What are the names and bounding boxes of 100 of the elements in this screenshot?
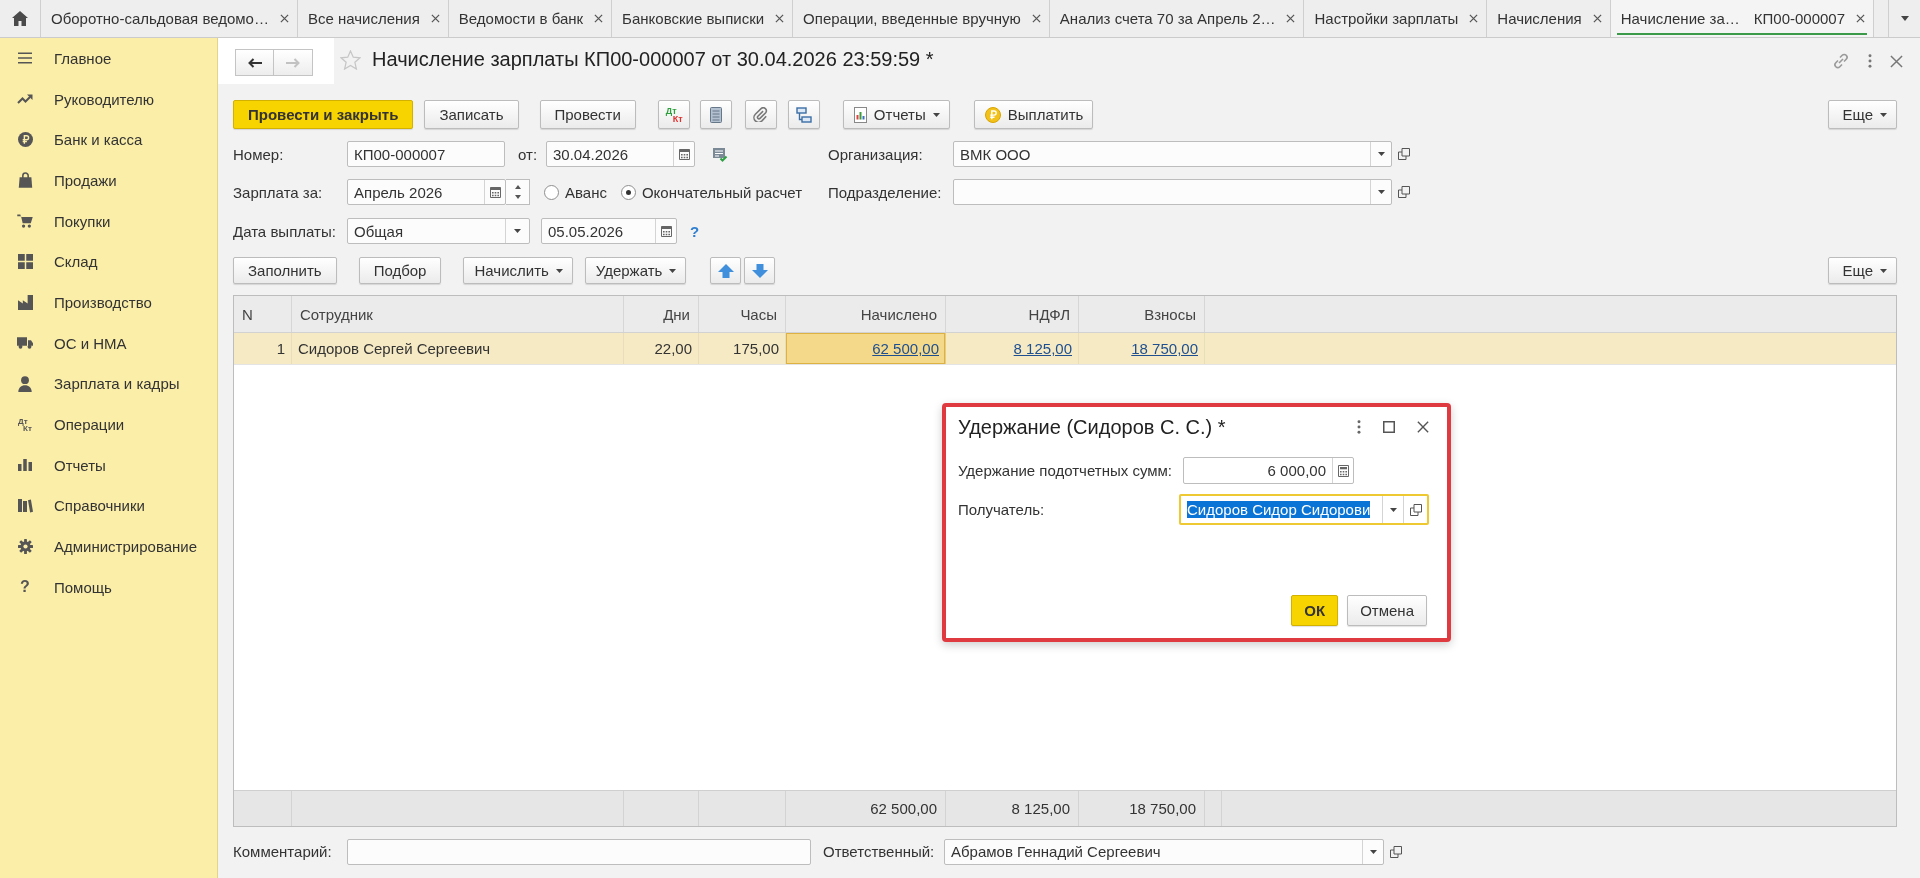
- column-header[interactable]: Сотрудник: [292, 296, 624, 332]
- table-cell: 22,00: [624, 333, 699, 364]
- tab[interactable]: Настройки зарплаты: [1304, 0, 1488, 37]
- more-icon[interactable]: [1868, 54, 1872, 68]
- tab[interactable]: Анализ счета 70 за Апрель 2…: [1049, 0, 1305, 37]
- sidebar-item[interactable]: Продажи: [0, 160, 217, 201]
- caret-icon: [1377, 152, 1385, 156]
- close-icon[interactable]: [1890, 54, 1903, 68]
- close-icon[interactable]: [1856, 14, 1866, 23]
- column-header[interactable]: НДФЛ: [946, 296, 1079, 332]
- close-icon[interactable]: [1469, 14, 1479, 23]
- close-icon[interactable]: [430, 14, 440, 23]
- field-label: Подразделение:: [828, 183, 943, 201]
- column-header[interactable]: Взносы: [1079, 296, 1205, 332]
- help-link[interactable]: ?: [690, 222, 700, 240]
- tab[interactable]: Операции, введенные вручную: [793, 0, 1050, 37]
- menu-button[interactable]: Начислить: [463, 257, 573, 284]
- debit-credit-button[interactable]: Дт Кт: [657, 100, 690, 129]
- back-button[interactable]: [235, 49, 274, 76]
- total-cell: 18 750,00: [1079, 791, 1205, 826]
- department-field[interactable]: [953, 179, 1392, 205]
- radio-option[interactable]: Аванс: [544, 183, 607, 201]
- tab[interactable]: Начисление за… КП00-000007: [1610, 0, 1875, 37]
- close-icon[interactable]: [1286, 14, 1296, 23]
- radio-icon[interactable]: [620, 184, 636, 200]
- responsible-field[interactable]: Абрамов Геннадий Сергеевич: [944, 838, 1384, 865]
- sidebar-item[interactable]: Банк и касса: [0, 119, 217, 161]
- more-icon[interactable]: [1357, 420, 1361, 434]
- dialog-button[interactable]: Отмена: [1347, 595, 1427, 626]
- amount-link[interactable]: 8 125,00: [1013, 340, 1072, 357]
- close-icon[interactable]: [1031, 14, 1041, 23]
- radio-option[interactable]: Окончательный расчет: [620, 183, 803, 201]
- table-row[interactable]: 1 Сидоров Сергей Сергеевич 22,00 175,00 62 500,00 8 125,00 18 750,00: [234, 333, 1896, 365]
- sidebar-item[interactable]: Склад: [0, 241, 217, 283]
- sidebar-item[interactable]: ОС и НМА: [0, 322, 217, 364]
- more-button[interactable]: Еще: [1828, 100, 1897, 129]
- column-header[interactable]: Начислено: [786, 296, 946, 332]
- tab[interactable]: Все начисления: [297, 0, 449, 37]
- close-icon[interactable]: [279, 14, 289, 23]
- star-icon[interactable]: [340, 50, 361, 70]
- amount-field[interactable]: 6 000,00: [1183, 457, 1354, 484]
- maximize-icon[interactable]: [1383, 421, 1395, 433]
- period-field[interactable]: Апрель 2026: [347, 179, 506, 205]
- attach-button[interactable]: [744, 100, 777, 129]
- radio-icon[interactable]: [544, 184, 559, 200]
- calculator-icon: [1337, 464, 1349, 477]
- dialog-button[interactable]: ОК: [1291, 595, 1339, 626]
- tab[interactable]: Оборотно-сальдовая ведомо…: [41, 0, 298, 37]
- sidebar-item[interactable]: ? Помощь: [0, 566, 217, 608]
- sidebar-item[interactable]: Зарплата и кадры: [0, 363, 217, 405]
- toolbar-button[interactable]: Записать: [424, 100, 519, 129]
- date-field[interactable]: 30.04.2026: [546, 141, 695, 167]
- primary-button[interactable]: Провести и закрыть: [233, 100, 414, 129]
- pay-button[interactable]: Выплатить: [973, 100, 1094, 129]
- close-icon[interactable]: [1417, 421, 1429, 433]
- table-toolbar-button[interactable]: Заполнить: [233, 257, 337, 284]
- field-label: Организация:: [828, 145, 924, 163]
- move-up-button[interactable]: [710, 257, 742, 284]
- move-down-button[interactable]: [744, 257, 776, 284]
- table-toolbar-button[interactable]: Подбор: [358, 257, 442, 284]
- amount-link[interactable]: 62 500,00: [872, 340, 939, 357]
- spin-down-icon[interactable]: [514, 194, 521, 199]
- sidebar-item[interactable]: Отчеты: [0, 444, 217, 486]
- date-field[interactable]: 05.05.2026: [541, 218, 677, 244]
- tab[interactable]: Начисления: [1487, 0, 1611, 37]
- reports-button[interactable]: Отчеты: [842, 100, 950, 129]
- column-header[interactable]: Дни: [624, 296, 699, 332]
- organization-field[interactable]: ВМК ООО: [953, 141, 1392, 167]
- sidebar-item[interactable]: Главное: [0, 38, 217, 79]
- menu-button[interactable]: Удержать: [584, 257, 687, 284]
- structure-button[interactable]: [787, 100, 820, 129]
- amount-link[interactable]: 18 750,00: [1131, 340, 1198, 357]
- total-cell: 62 500,00: [786, 791, 946, 826]
- recipient-field[interactable]: Сидоров Сидор Сидорови: [1179, 494, 1429, 525]
- arrow-up-icon: [717, 263, 734, 278]
- payment-date-field[interactable]: Общая: [347, 218, 530, 244]
- caret-icon: [932, 112, 940, 117]
- close-icon[interactable]: [775, 14, 785, 23]
- tab[interactable]: Банковские выписки: [612, 0, 794, 37]
- ledger-button[interactable]: [699, 100, 732, 129]
- calendar-icon: [678, 148, 690, 160]
- bag-icon: [17, 172, 33, 189]
- close-icon[interactable]: [1592, 14, 1602, 23]
- tab[interactable]: Ведомости в банк: [448, 0, 613, 37]
- column-header[interactable]: Часы: [699, 296, 786, 332]
- sidebar-item[interactable]: Производство: [0, 282, 217, 323]
- comment-field[interactable]: [347, 838, 811, 865]
- sidebar-item[interactable]: Администрирование: [0, 526, 217, 567]
- more-button[interactable]: Еще: [1828, 257, 1897, 284]
- spin-up-icon[interactable]: [514, 185, 521, 190]
- sidebar-item[interactable]: Справочники: [0, 485, 217, 527]
- number-field[interactable]: КП00-000007: [347, 141, 505, 167]
- column-header[interactable]: N: [234, 296, 292, 332]
- toolbar-button[interactable]: Провести: [539, 100, 636, 129]
- sidebar-item[interactable]: Руководителю: [0, 78, 217, 120]
- sidebar-item[interactable]: Покупки: [0, 200, 217, 242]
- close-icon[interactable]: [594, 14, 604, 23]
- spinner-control[interactable]: [506, 179, 530, 205]
- sidebar-item[interactable]: Дт Кт Операции: [0, 404, 217, 445]
- document-check-icon[interactable]: [712, 146, 728, 162]
